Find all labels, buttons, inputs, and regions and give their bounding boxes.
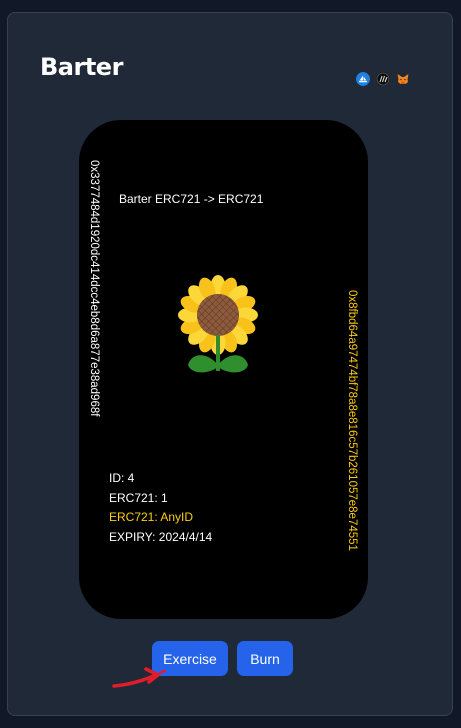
expiry-date: EXPIRY: 2024/4/14 bbox=[109, 529, 213, 544]
opensea-icon[interactable] bbox=[356, 72, 370, 86]
barter-nft-card: Barter ERC721 -> ERC721 0x3377484d1920dc… bbox=[79, 120, 368, 619]
sunflower-icon bbox=[178, 275, 258, 373]
header-icons bbox=[356, 72, 410, 86]
burn-button[interactable]: Burn bbox=[237, 641, 293, 676]
token-id: ID: 4 bbox=[109, 471, 135, 485]
offer-erc721: ERC721: 1 bbox=[109, 490, 168, 505]
red-arrow-annotation bbox=[112, 667, 167, 688]
metamask-icon[interactable] bbox=[396, 72, 410, 86]
page-title: Barter bbox=[40, 53, 123, 81]
want-erc721: ERC721: AnyID bbox=[109, 510, 194, 524]
blur-icon[interactable] bbox=[376, 72, 390, 86]
want-contract-address: 0x8fbd64a97474bf78a8e816c57b261057e8e745… bbox=[346, 290, 358, 551]
option-info: ID: 4 ERC721: 1 ERC721: AnyID EXPIRY: 20… bbox=[109, 469, 212, 547]
offer-contract-address: 0x3377484d1920dc414dcc4eb8d6a877e38ad968… bbox=[88, 160, 100, 417]
card-title: Barter ERC721 -> ERC721 bbox=[119, 192, 264, 206]
